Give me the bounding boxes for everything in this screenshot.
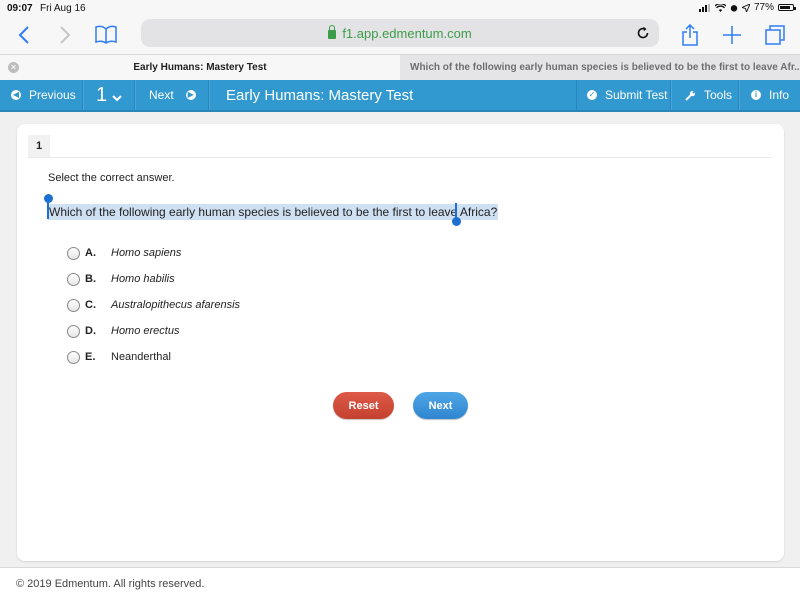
instruction-text: Select the correct answer. (48, 172, 175, 184)
radio-button[interactable] (67, 324, 80, 338)
close-tab-icon[interactable]: ✕ (8, 62, 19, 73)
forward-button[interactable] (51, 21, 79, 49)
option-letter: A. (85, 247, 96, 259)
tab-title: Which of the following early human speci… (410, 62, 800, 73)
signal-icon (698, 3, 710, 12)
next-button[interactable]: Next (413, 392, 468, 419)
reload-icon (637, 26, 649, 39)
divider (28, 157, 772, 158)
plus-icon (723, 26, 741, 44)
chevron-down-icon (112, 94, 122, 101)
location-arrow-icon (741, 3, 750, 12)
tools-label: Tools (704, 88, 733, 102)
question-text[interactable]: Which of the following early human speci… (48, 204, 499, 220)
tools-button[interactable]: Tools (671, 80, 739, 110)
option-letter: B. (85, 273, 96, 285)
option-text: Neanderthal (111, 351, 171, 363)
info-button[interactable]: i Info (739, 80, 800, 110)
url-text: f1.app.edmentum.com (342, 26, 472, 41)
chevron-right-icon (60, 26, 71, 44)
previous-label: Previous (29, 88, 76, 102)
selection-start-handle[interactable] (44, 194, 53, 203)
status-date: Fri Aug 16 (40, 3, 86, 14)
answer-option-c[interactable]: C. Australopithecus afarensis (67, 292, 240, 318)
option-letter: D. (85, 325, 96, 337)
next-nav-button[interactable]: Next ▶ (135, 80, 209, 110)
option-text: Homo habilis (111, 273, 175, 285)
next-label: Next (149, 88, 174, 102)
chevron-left-icon (18, 26, 29, 44)
alarm-icon (730, 4, 738, 11)
question-number-tab: 1 (28, 135, 50, 157)
back-button[interactable] (10, 21, 38, 49)
browser-tab-inactive[interactable]: Which of the following early human speci… (401, 55, 800, 80)
lock-icon (328, 25, 337, 39)
option-letter: C. (85, 299, 96, 311)
answer-option-d[interactable]: D. Homo erectus (67, 318, 240, 344)
share-icon (682, 24, 698, 46)
info-circle-icon: i (751, 90, 761, 100)
previous-button[interactable]: ◀ Previous (0, 80, 83, 110)
tab-title: Early Humans: Mastery Test (133, 62, 267, 73)
submit-label: Submit Test (605, 88, 668, 102)
tabs-icon (765, 25, 785, 45)
ios-status-bar: 09:07 Fri Aug 16 77% (0, 0, 800, 16)
address-bar[interactable]: f1.app.edmentum.com (141, 19, 659, 47)
arrow-right-circle-icon: ▶ (185, 90, 196, 100)
answer-option-e[interactable]: E. Neanderthal (67, 344, 240, 370)
wifi-icon (714, 3, 726, 12)
reload-button[interactable] (633, 23, 653, 43)
option-text: Homo erectus (111, 325, 180, 337)
battery-percentage: 77% (753, 2, 774, 13)
wrench-icon (685, 90, 696, 101)
copyright-footer: © 2019 Edmentum. All rights reserved. (16, 578, 205, 590)
answer-options: A. Homo sapiens B. Homo habilis C. Austr… (67, 240, 240, 370)
battery-icon (778, 4, 796, 11)
tabs-overview-button[interactable] (761, 21, 789, 49)
radio-button[interactable] (67, 350, 80, 364)
test-navbar: ◀ Previous 1 Next ▶ Early Humans: Master… (0, 80, 800, 112)
question-number-dropdown[interactable]: 1 (83, 80, 135, 110)
answer-option-b[interactable]: B. Homo habilis (67, 266, 240, 292)
info-label: Info (769, 88, 790, 102)
status-indicators: 77% (698, 2, 796, 13)
option-text: Homo sapiens (111, 247, 182, 259)
new-tab-button[interactable] (718, 21, 746, 49)
book-icon (95, 25, 117, 44)
browser-toolbar: f1.app.edmentum.com (0, 16, 800, 54)
radio-button[interactable] (67, 298, 80, 312)
status-time: 09:07 (7, 3, 33, 14)
url-display[interactable]: f1.app.edmentum.com (141, 25, 659, 41)
question-number: 1 (96, 83, 108, 106)
check-circle-icon: ✓ (587, 90, 597, 100)
option-letter: E. (85, 351, 96, 363)
browser-tab-strip: ✕ Early Humans: Mastery Test Which of th… (0, 54, 800, 80)
radio-button[interactable] (67, 246, 80, 260)
reset-button[interactable]: Reset (333, 392, 394, 419)
answer-option-a[interactable]: A. Homo sapiens (67, 240, 240, 266)
option-text: Australopithecus afarensis (111, 299, 241, 311)
browser-tab-active[interactable]: ✕ Early Humans: Mastery Test (0, 55, 400, 80)
bookmarks-button[interactable] (92, 21, 120, 49)
test-title: Early Humans: Mastery Test (226, 86, 414, 104)
arrow-left-circle-icon: ◀ (11, 90, 21, 100)
submit-test-button[interactable]: ✓ Submit Test (576, 80, 671, 110)
radio-button[interactable] (67, 272, 80, 286)
share-button[interactable] (676, 21, 704, 49)
selection-end-handle[interactable] (452, 217, 461, 226)
